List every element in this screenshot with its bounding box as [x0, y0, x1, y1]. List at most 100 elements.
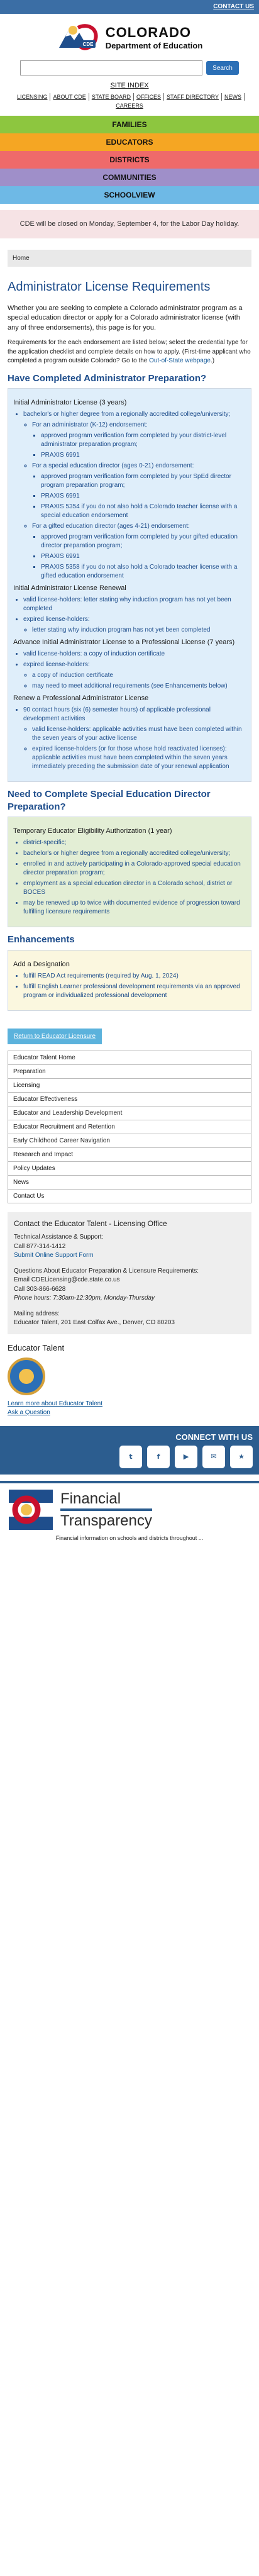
- util-link-offices[interactable]: OFFICES: [134, 93, 165, 101]
- list-item: For a gifted education director (ages 4-…: [32, 522, 246, 531]
- list-item: letter stating why induction program has…: [32, 626, 246, 635]
- list-item: bachelor's or higher degree from a regio…: [23, 849, 246, 858]
- educator-talent-title: Educator Talent: [8, 1342, 65, 1352]
- out-of-state-link[interactable]: Out-of-State webpage: [149, 357, 211, 364]
- initial-license-heading: Initial Administrator License (3 years): [13, 399, 127, 407]
- list-item: PRAXIS 6991: [41, 552, 246, 561]
- list-item: For an administrator (K-12) endorsement:: [32, 421, 246, 430]
- initial-license-list: bachelor's or higher degree from a regio…: [13, 410, 246, 581]
- list-item: a copy of induction certificate: [32, 671, 246, 680]
- intro-paragraph: Whether you are seeking to complete a Co…: [8, 304, 243, 332]
- list-item: valid license-holders: a copy of inducti…: [23, 650, 246, 659]
- main-nav: FAMILIES EDUCATORS DISTRICTS COMMUNITIES…: [0, 116, 259, 204]
- list-item: valid license-holders: letter stating wh…: [23, 596, 246, 613]
- side-nav-item[interactable]: Early Childhood Career Navigation: [8, 1134, 251, 1148]
- administrator-requirements-box: Initial Administrator License (3 years) …: [8, 388, 251, 783]
- list-item: bachelor's or higher degree from a regio…: [23, 410, 246, 419]
- side-nav-item[interactable]: News: [8, 1176, 251, 1190]
- learn-more-link[interactable]: Learn more about Educator Talent: [8, 1400, 251, 1407]
- phone-hours: Phone hours: 7:30am-12:30pm, Monday-Thur…: [14, 1295, 155, 1302]
- side-nav-item[interactable]: Educator and Leadership Development: [8, 1107, 251, 1120]
- list-item: enrolled in and actively participating i…: [23, 860, 246, 878]
- side-nav-item[interactable]: Policy Updates: [8, 1162, 251, 1176]
- mailing-address: Educator Talent, 201 East Colfax Ave., D…: [14, 1319, 175, 1327]
- list-item: 90 contact hours (six (6) semester hours…: [23, 706, 246, 723]
- advance-heading: Advance Initial Administrator License to…: [13, 638, 235, 647]
- side-nav-item[interactable]: Contact Us: [8, 1190, 251, 1203]
- ft-word-2: Transparency: [60, 1512, 152, 1529]
- online-support-form-link[interactable]: Submit Online Support Form: [14, 1252, 94, 1259]
- util-link-about-cde[interactable]: ABOUT CDE: [50, 93, 89, 101]
- advance-list: valid license-holders: a copy of inducti…: [13, 650, 246, 691]
- side-nav-item[interactable]: Educator Recruitment and Retention: [8, 1120, 251, 1134]
- sped-requirements-box: Temporary Educator Eligibility Authoriza…: [8, 817, 251, 928]
- list-item: approved program verification form compl…: [41, 432, 246, 449]
- logo-line-1: COLORADO: [105, 24, 192, 40]
- return-to-licensure-button[interactable]: Return to Educator Licensure: [8, 1028, 102, 1044]
- twitter-icon[interactable]: t: [119, 1445, 142, 1468]
- list-item: employment as a special education direct…: [23, 879, 246, 897]
- tech-support-label: Technical Assistance & Support:: [14, 1234, 104, 1241]
- connect-with-us: CONNECT WITH US t f ▶ ✉ ★: [0, 1425, 259, 1475]
- header-logo[interactable]: CDE COLORADO Department of Education: [0, 14, 259, 58]
- side-nav-item[interactable]: Research and Impact: [8, 1148, 251, 1162]
- side-nav-item[interactable]: Preparation: [8, 1065, 251, 1079]
- site-index-link[interactable]: SITE INDEX: [110, 82, 148, 89]
- list-item: expired license-holders:: [23, 615, 246, 624]
- colorado-flag-icon: [9, 1489, 53, 1530]
- search-input[interactable]: [20, 60, 203, 75]
- section-enhancements-title: Enhancements: [8, 934, 75, 945]
- side-nav-item[interactable]: Licensing: [8, 1079, 251, 1093]
- util-link-licensing[interactable]: LICENSING: [14, 93, 51, 101]
- util-link-news[interactable]: NEWS: [222, 93, 245, 101]
- financial-transparency-note: Financial information on schools and dis…: [55, 1534, 204, 1541]
- financial-transparency-banner[interactable]: Financial Transparency: [0, 1480, 259, 1532]
- search-bar: Search: [0, 58, 259, 78]
- renew-professional-list: 90 contact hours (six (6) semester hours…: [13, 706, 246, 771]
- list-item: may need to meet additional requirements…: [32, 682, 246, 691]
- colorado-logo-mark: CDE: [57, 23, 101, 52]
- requirements-paragraph: Requirements for the each endorsement ar…: [8, 338, 251, 366]
- facebook-icon[interactable]: f: [147, 1445, 170, 1468]
- mailing-label: Mailing address:: [14, 1310, 60, 1317]
- contact-title: Contact the Educator Talent - Licensing …: [14, 1218, 167, 1228]
- main-content: Administrator License Requirements Wheth…: [0, 279, 259, 1416]
- email-icon[interactable]: ✉: [202, 1445, 225, 1468]
- renew-professional-heading: Renew a Professional Administrator Licen…: [13, 694, 149, 703]
- logo-text: COLORADO Department of Education: [106, 25, 203, 50]
- questions-email[interactable]: Email CDELicensing@cde.state.co.us: [14, 1276, 245, 1285]
- list-item: fulfill English Learner professional dev…: [23, 983, 246, 1000]
- side-nav: Educator Talent Home Preparation Licensi…: [8, 1050, 251, 1203]
- breadcrumb-home[interactable]: Home: [13, 255, 30, 262]
- cde-badge-text: CDE: [82, 42, 94, 47]
- list-item: fulfill READ Act requirements (required …: [23, 972, 246, 981]
- search-button[interactable]: Search: [206, 61, 239, 75]
- connect-title: CONNECT WITH US: [175, 1432, 253, 1442]
- nav-districts[interactable]: DISTRICTS: [0, 151, 259, 169]
- requirements-text-end: .): [210, 357, 215, 365]
- list-item: expired license-holders (or for those wh…: [32, 745, 246, 771]
- list-item: PRAXIS 5354 if you do not also hold a Co…: [41, 503, 246, 520]
- util-link-staff-directory[interactable]: STAFF DIRECTORY: [164, 93, 223, 101]
- side-nav-item[interactable]: Educator Talent Home: [8, 1051, 251, 1065]
- temporary-authorization-list: district-specific; bachelor's or higher d…: [13, 839, 246, 917]
- contact-us-link[interactable]: CONTACT US: [213, 3, 254, 10]
- nav-schoolview[interactable]: SCHOOLVIEW: [0, 186, 259, 204]
- cde-jobs-icon[interactable]: ★: [230, 1445, 253, 1468]
- list-item: PRAXIS 5358 if you do not also hold a Co…: [41, 563, 246, 581]
- nav-communities[interactable]: COMMUNITIES: [0, 169, 259, 186]
- page-title: Administrator License Requirements: [8, 279, 211, 294]
- side-nav-item[interactable]: Educator Effectiveness: [8, 1093, 251, 1107]
- util-link-state-board[interactable]: STATE BOARD: [89, 93, 134, 101]
- top-bar: CONTACT US: [0, 0, 259, 14]
- youtube-icon[interactable]: ▶: [175, 1445, 197, 1468]
- designation-list: fulfill READ Act requirements (required …: [13, 972, 246, 1000]
- nav-educators[interactable]: EDUCATORS: [0, 133, 259, 151]
- nav-families[interactable]: FAMILIES: [0, 116, 259, 133]
- educator-talent-section: Educator Talent Learn more about Educato…: [8, 1343, 251, 1416]
- util-link-careers[interactable]: CAREERS: [113, 102, 146, 109]
- list-item: valid license-holders: applicable activi…: [32, 725, 246, 743]
- list-item: district-specific;: [23, 839, 246, 847]
- ask-question-link[interactable]: Ask a Question: [8, 1409, 251, 1416]
- site-index: SITE INDEX: [0, 78, 259, 92]
